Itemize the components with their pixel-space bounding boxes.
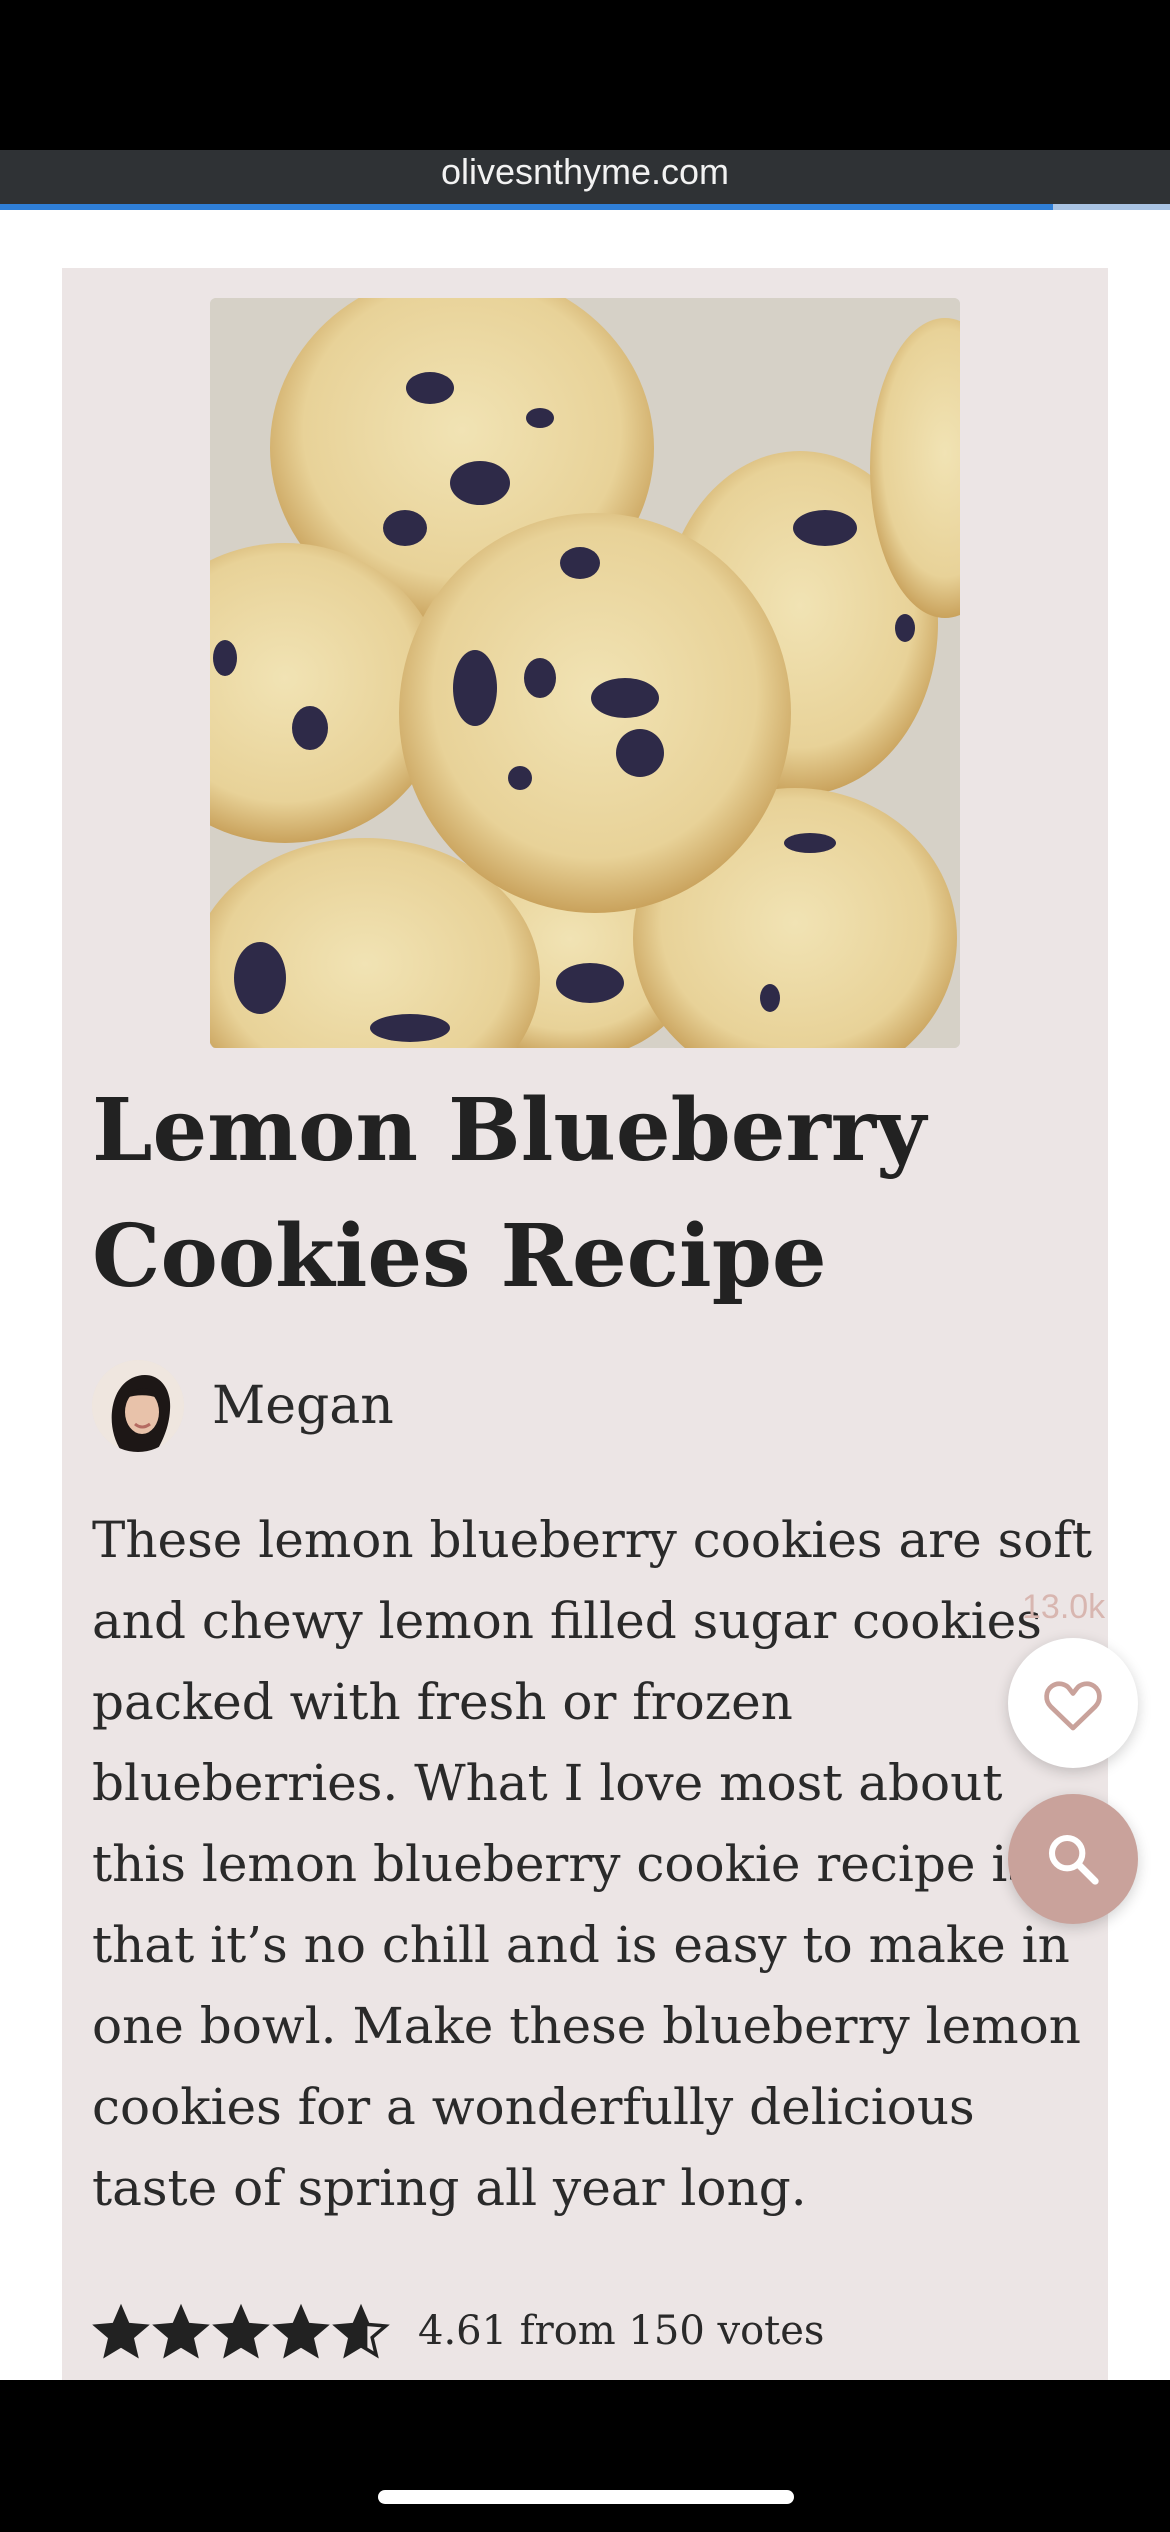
rating-text: 4.61 from 150 votes (418, 2308, 825, 2354)
rating-stars (92, 2302, 392, 2360)
star-icon (152, 2303, 210, 2359)
favorite-button[interactable] (1008, 1638, 1138, 1768)
recipe-title: Lemon Blueberry Cookies Recipe (92, 1080, 927, 1307)
browser-url-bar[interactable]: olivesnthyme.com (0, 150, 1170, 206)
heart-icon (1044, 1681, 1102, 1731)
search-icon (1048, 1834, 1099, 1885)
bottom-safe-area (0, 2380, 1170, 2532)
home-indicator[interactable] (378, 2490, 794, 2504)
favorite-count: 13.0k (1022, 1588, 1106, 1626)
star-icon (212, 2303, 270, 2359)
status-bar-area (0, 0, 1170, 150)
author-byline[interactable]: Megan (92, 1360, 394, 1452)
recipe-description: These lemon blueberry cookies are soft a… (92, 1511, 1092, 2217)
star-icon (332, 2303, 390, 2359)
search-button[interactable] (1008, 1794, 1138, 1924)
recipe-photo[interactable] (210, 298, 960, 1048)
recipe-card: Lemon Blueberry Cookies Recipe Megan The… (62, 268, 1108, 2380)
url-text: olivesnthyme.com (440, 151, 730, 192)
author-name: Megan (212, 1376, 394, 1436)
star-icon (272, 2303, 330, 2359)
web-page: Lemon Blueberry Cookies Recipe Megan The… (0, 210, 1170, 2380)
recipe-rating[interactable]: 4.61 from 150 votes (92, 2296, 824, 2366)
cookies-image (210, 298, 960, 1048)
star-icon (92, 2303, 150, 2359)
author-avatar (92, 1360, 184, 1452)
